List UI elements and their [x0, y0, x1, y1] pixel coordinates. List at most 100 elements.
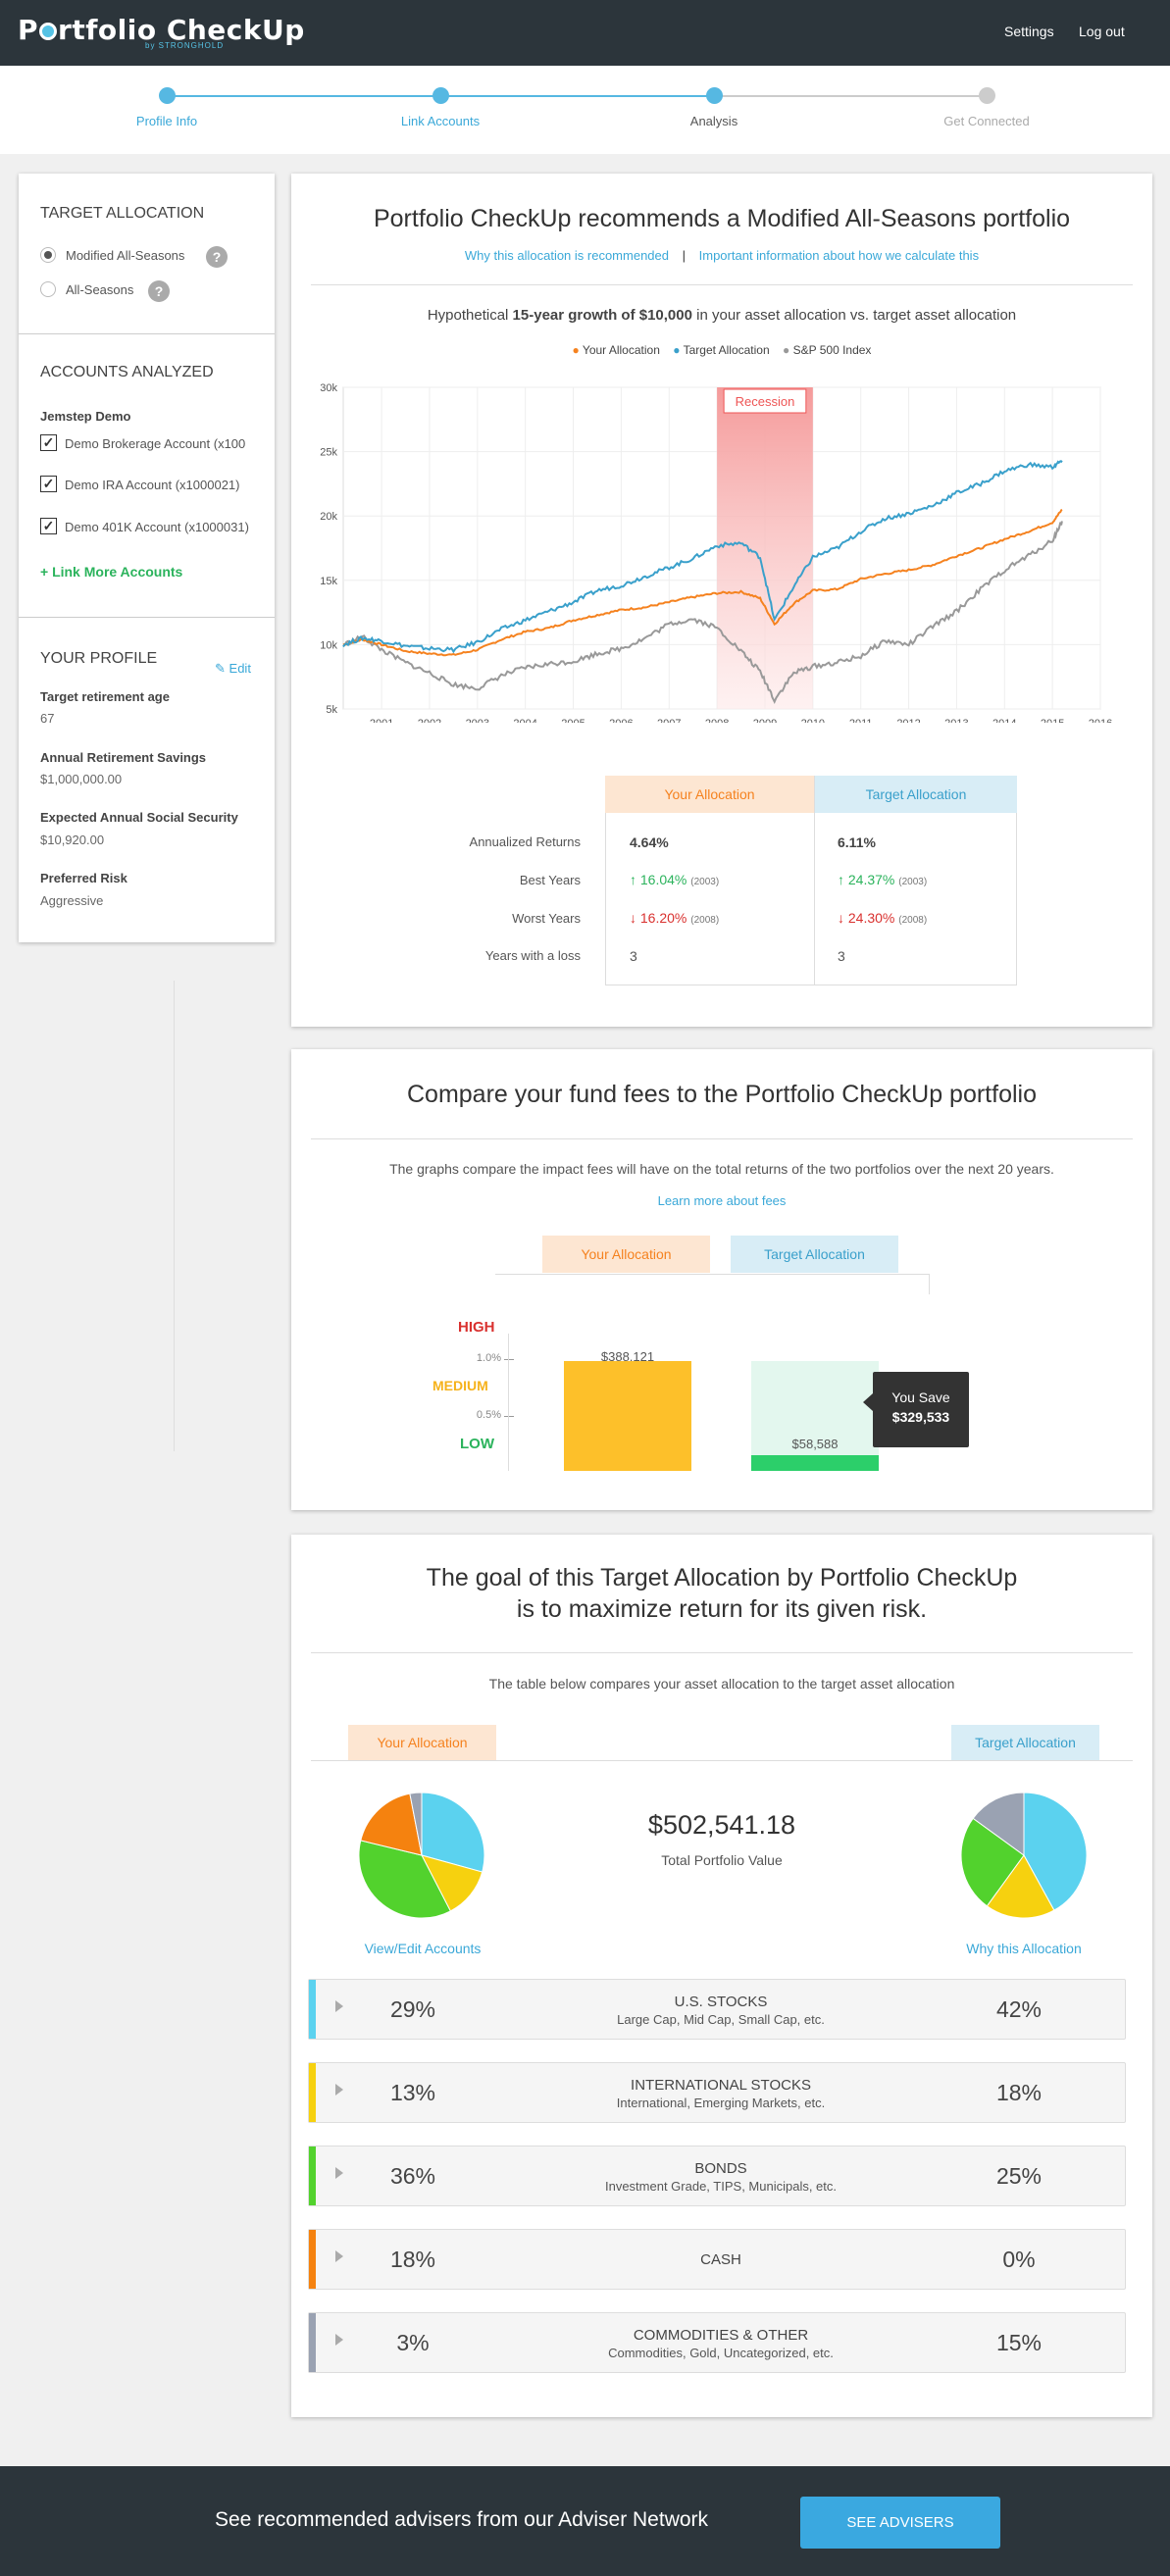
growth-subtitle: Hypothetical 15-year growth of $10,000 i…	[291, 307, 1152, 324]
stat-value: 6.11%	[838, 834, 876, 850]
fees-tab-target[interactable]: Target Allocation	[731, 1236, 898, 1273]
checkbox-checked-icon[interactable]: ✓	[40, 476, 57, 492]
fees-axis	[508, 1334, 509, 1471]
row-target-pct: 0%	[1002, 2247, 1036, 2272]
stat-value: 4.64%	[630, 834, 669, 850]
step-dot-2[interactable]	[432, 87, 449, 104]
y-tick-label: 25k	[320, 447, 337, 459]
radio-modified-all-seasons[interactable]	[40, 247, 56, 263]
logo-subtitle: by STRONGHOLD	[145, 41, 225, 50]
goal-title-line1: The goal of this Target Allocation by Po…	[426, 1564, 1018, 1591]
row-asset-name: INTERNATIONAL STOCKS	[631, 2077, 811, 2094]
asset-row-bonds[interactable]: 36% BONDS Investment Grade, TIPS, Munici…	[308, 2146, 1126, 2206]
field-value: $10,920.00	[40, 833, 105, 847]
row-your-pct: 3%	[396, 2330, 430, 2355]
asset-row-commodities[interactable]: 3% COMMODITIES & OTHER Commodities, Gold…	[308, 2312, 1126, 2373]
stat-value-up: ↑ 16.04% (2003)	[630, 872, 719, 887]
why-allocation-link[interactable]: Why this allocation is recommended	[465, 248, 669, 263]
fee-bar-target[interactable]	[751, 1455, 879, 1471]
row-asset-name: CASH	[700, 2251, 741, 2268]
x-tick-label: 2013	[944, 718, 968, 723]
help-icon[interactable]: ?	[148, 280, 170, 302]
growth-card: Portfolio CheckUp recommends a Modified …	[291, 174, 1152, 1027]
x-tick-label: 2009	[753, 718, 777, 723]
logout-link[interactable]: Log out	[1079, 24, 1125, 39]
bar2-value: $58,588	[791, 1437, 839, 1451]
adviser-footer: See recommended advisers from our Advise…	[0, 2466, 1170, 2576]
x-tick-label: 2004	[513, 718, 536, 723]
x-tick-label: 2010	[801, 718, 825, 723]
stat-number: 24.37%	[847, 872, 895, 887]
y-tick-label: 10k	[320, 639, 337, 651]
x-tick-label: 2003	[466, 718, 489, 723]
logo-o-icon	[39, 23, 58, 40]
arrow-down-icon: ↓	[630, 910, 636, 926]
divider	[311, 284, 1133, 285]
step-label-link[interactable]: Link Accounts	[362, 114, 519, 128]
asset-row-cash[interactable]: 18% CASH 0%	[308, 2229, 1126, 2290]
tooltip-line2: $329,533	[891, 1409, 950, 1425]
why-this-allocation-link[interactable]: Why this Allocation	[966, 1941, 1082, 1956]
total-portfolio-value: $502,541.18	[647, 1810, 796, 1840]
divider	[311, 1652, 1133, 1653]
row-target-pct: 18%	[995, 2080, 1043, 2105]
x-tick-label: 2002	[418, 718, 441, 723]
step-label-profile[interactable]: Profile Info	[88, 114, 245, 128]
expand-arrow-icon[interactable]	[335, 2167, 343, 2179]
goal-tab-your: Your Allocation	[348, 1725, 496, 1760]
expand-arrow-icon[interactable]	[335, 2084, 343, 2096]
legend-item: ● Your Allocation	[573, 343, 660, 357]
asset-row-intl-stocks[interactable]: 13% INTERNATIONAL STOCKS International, …	[308, 2062, 1126, 2123]
view-edit-accounts-link[interactable]: View/Edit Accounts	[365, 1941, 482, 1956]
step-dot-1[interactable]	[159, 87, 176, 104]
step-label-analysis: Analysis	[689, 114, 738, 128]
expand-arrow-icon[interactable]	[335, 2334, 343, 2346]
row-target-pct: 42%	[995, 1996, 1043, 2022]
asset-row-us-stocks[interactable]: 29% U.S. STOCKS Large Cap, Mid Cap, Smal…	[308, 1979, 1126, 2040]
option-modified-label[interactable]: Modified All-Seasons	[66, 248, 184, 263]
stat-year: (2008)	[898, 915, 928, 926]
expand-arrow-icon[interactable]	[335, 2250, 343, 2262]
step-dot-4	[979, 87, 995, 104]
x-tick-label: 2008	[705, 718, 729, 723]
expand-arrow-icon[interactable]	[335, 2000, 343, 2012]
row-your-pct: 18%	[389, 2247, 436, 2272]
settings-link[interactable]: Settings	[1004, 24, 1054, 39]
checkbox-checked-icon[interactable]: ✓	[40, 434, 57, 451]
field-value: Aggressive	[40, 893, 104, 908]
x-tick-label: 2001	[370, 718, 393, 723]
row-asset-name: U.S. STOCKS	[674, 1994, 768, 2010]
fee-bar-your[interactable]	[564, 1361, 691, 1471]
fee-tick: 1.0%	[476, 1352, 501, 1364]
x-tick-label: 2007	[657, 718, 681, 723]
fees-tab-your[interactable]: Your Allocation	[542, 1236, 710, 1273]
goal-description: The table below compares your asset allo…	[488, 1676, 955, 1692]
footer-text: See recommended advisers from our Advise…	[215, 2508, 709, 2531]
institution-name: Jemstep Demo	[40, 409, 131, 424]
see-advisers-button[interactable]: SEE ADVISERS	[800, 2497, 1000, 2549]
legend-dot-icon: ●	[783, 343, 790, 357]
stat-year: (2003)	[898, 877, 928, 887]
x-tick-label: 2015	[1041, 718, 1064, 723]
subtitle-pre: Hypothetical	[427, 307, 513, 324]
legend-label: S&P 500 Index	[792, 343, 872, 357]
legend-dot-icon: ●	[572, 343, 580, 357]
savings-tooltip: You Save $329,533	[873, 1372, 969, 1447]
learn-more-fees-link[interactable]: Learn more about fees	[658, 1193, 787, 1208]
stats-col-your: Your Allocation	[605, 776, 814, 813]
fees-link-wrap: Learn more about fees	[291, 1192, 1152, 1210]
arrow-up-icon: ↑	[838, 872, 844, 887]
y-tick-label: 15k	[320, 576, 337, 587]
link-more-accounts[interactable]: + Link More Accounts	[40, 564, 182, 580]
important-info-link[interactable]: Important information about how we calcu…	[699, 248, 979, 263]
edit-profile-link[interactable]: ✎ Edit	[215, 661, 251, 677]
help-icon[interactable]: ?	[206, 246, 228, 268]
radio-all-seasons[interactable]	[40, 281, 56, 297]
checkbox-checked-icon[interactable]: ✓	[40, 518, 57, 534]
x-tick-label: 2016	[1089, 718, 1112, 723]
edit-label: Edit	[229, 661, 251, 676]
top-bar: Prtfolio CheckUp by STRONGHOLD Settings …	[0, 0, 1170, 66]
why-allocation-wrap: Why this Allocation	[926, 1941, 1122, 1958]
arrow-up-icon: ↑	[630, 872, 636, 887]
option-all-seasons-label[interactable]: All-Seasons	[66, 282, 133, 297]
